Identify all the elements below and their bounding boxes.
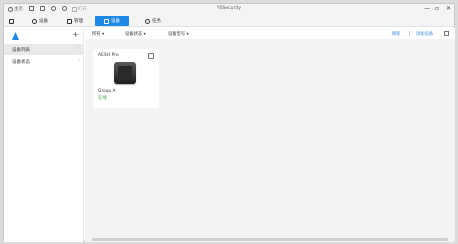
filter-all-dropdown[interactable]: 所有 ▾ xyxy=(92,31,104,37)
device-icon xyxy=(104,18,109,24)
device-image xyxy=(114,62,136,84)
sidebar: + 设备列表 › 设备状态 › xyxy=(4,28,84,242)
device-card[interactable]: AESH Pro Group A 在线 xyxy=(93,49,159,108)
app-window: 主页 打开 YSSecurity — ▫ ✕ 设备 管理 设备 任务 + 设备列… xyxy=(3,3,455,242)
main-tab-bar: 设备 管理 设备 任务 xyxy=(4,14,454,27)
device-name: AESH Pro xyxy=(98,53,119,58)
chevron-right-icon: › xyxy=(78,46,80,51)
grid-view-icon[interactable] xyxy=(444,31,449,36)
add-group-button[interactable]: + xyxy=(72,30,79,39)
clock-icon xyxy=(145,18,150,24)
tab-home[interactable] xyxy=(6,16,17,26)
sidebar-item-label: 设备列表 xyxy=(12,48,30,53)
filter-toolbar: 所有 ▾ 设备状态 ▾ 设备型号 ▾ 刷新 添加设备 xyxy=(85,28,455,39)
tab-label: 设备 xyxy=(39,19,48,24)
tab-tasks[interactable]: 任务 xyxy=(142,16,164,26)
settings-icon xyxy=(32,18,37,24)
chevron-right-icon: › xyxy=(78,58,80,63)
add-device-link[interactable]: 添加设备 xyxy=(416,31,433,37)
maximize-button[interactable]: ▫ xyxy=(435,5,439,13)
close-button[interactable]: ✕ xyxy=(446,5,451,13)
sidebar-item-device-list[interactable]: 设备列表 › xyxy=(4,44,84,55)
tab-label: 任务 xyxy=(152,19,161,24)
tab-label: 设备 xyxy=(111,19,120,24)
filter-status-dropdown[interactable]: 设备状态 ▾ xyxy=(125,31,146,37)
filter-model-dropdown[interactable]: 设备型号 ▾ xyxy=(168,31,189,37)
sidebar-item-device-status[interactable]: 设备状态 › xyxy=(4,56,84,67)
apps-icon xyxy=(67,18,72,24)
toolbar-divider xyxy=(409,31,410,36)
device-status: 在线 xyxy=(98,96,107,101)
device-group: Group A xyxy=(98,89,116,94)
horizontal-scrollbar[interactable] xyxy=(92,238,448,241)
tab-manage[interactable]: 管理 xyxy=(64,16,86,26)
sidebar-item-label: 设备状态 xyxy=(12,60,30,65)
minimize-button[interactable]: — xyxy=(424,5,430,13)
app-logo-icon xyxy=(12,32,19,40)
refresh-link[interactable]: 刷新 xyxy=(392,31,401,37)
title-bar: 主页 打开 YSSecurity — ▫ ✕ xyxy=(4,4,454,14)
tab-label: 管理 xyxy=(74,19,83,24)
main-content: 所有 ▾ 设备状态 ▾ 设备型号 ▾ 刷新 添加设备 AESH Pro Grou… xyxy=(85,28,455,242)
app-title: YSSecurity xyxy=(216,6,242,11)
export-icon[interactable] xyxy=(148,53,154,59)
home-icon xyxy=(9,18,14,24)
tab-devices-settings[interactable]: 设备 xyxy=(29,16,51,26)
sidebar-header: + xyxy=(8,30,79,42)
tab-device[interactable]: 设备 xyxy=(95,16,129,26)
